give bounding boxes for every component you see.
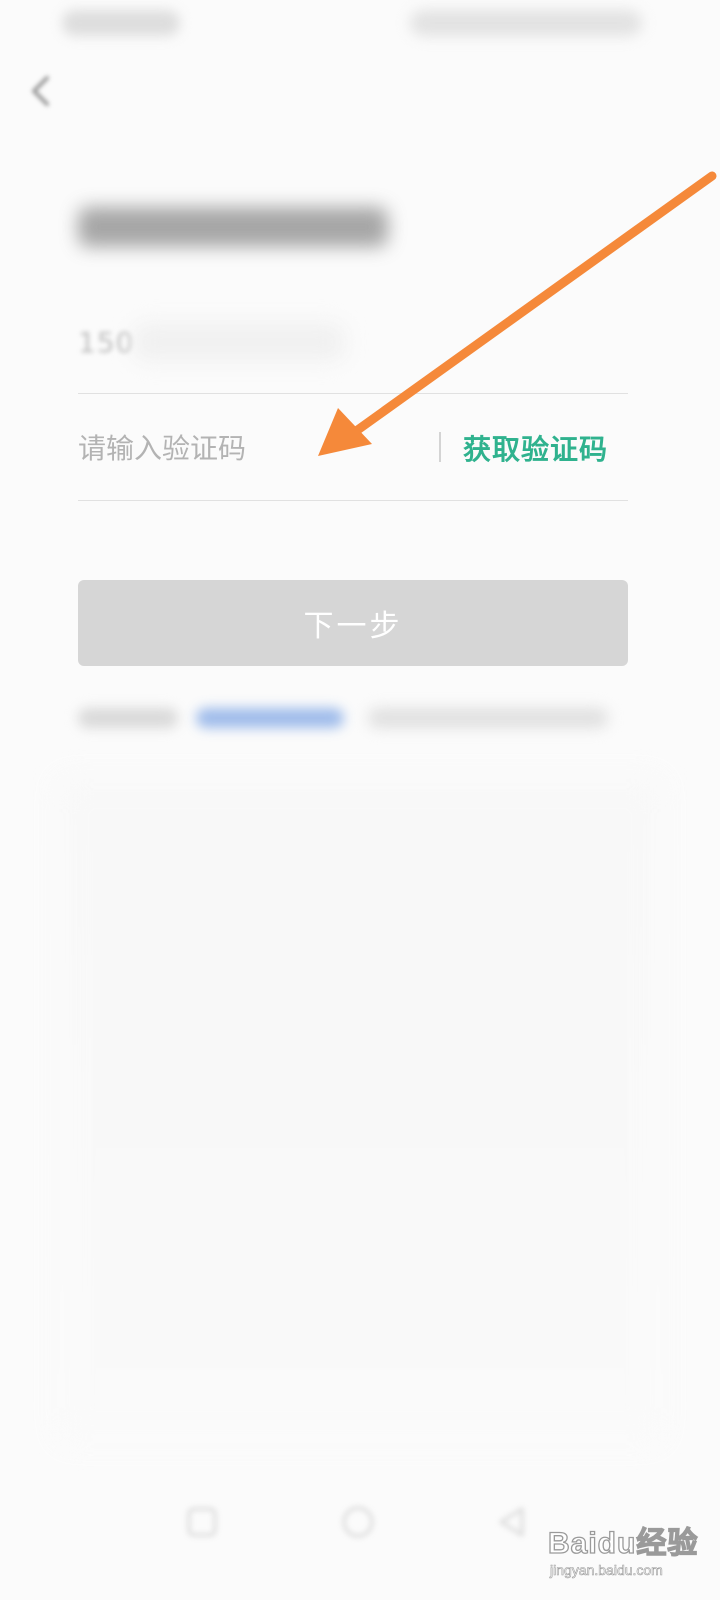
baidu-watermark: Baidu经验 jingyan.baidu.com [547,1512,718,1592]
next-step-button[interactable]: 下一步 [78,580,628,666]
help-link-blurred[interactable] [196,708,344,728]
nav-home-button[interactable] [336,1500,380,1544]
nav-back-button[interactable] [490,1500,534,1544]
help-text-secondary-blurred [368,708,608,728]
status-bar [0,0,720,50]
circle-icon [342,1506,374,1538]
phone-number-mask [134,324,344,360]
watermark-logo-text: Baidu经验 [547,1526,699,1560]
code-divider [78,500,628,501]
status-time-blurred [62,10,180,36]
background-blurred-area [60,780,660,1440]
nav-recent-button[interactable] [180,1500,224,1544]
phone-divider [78,393,628,394]
square-icon [187,1507,217,1537]
help-line [78,700,618,736]
verification-code-row: 获取验证码 [78,400,628,496]
status-icons-blurred [410,10,642,36]
phone-number-prefix: 150 [78,326,135,359]
get-code-button[interactable]: 获取验证码 [463,424,608,472]
phone-number-row: 150 [78,318,628,374]
page-title [78,198,408,256]
page-title-blurred [78,207,388,247]
verification-code-input[interactable] [78,420,418,476]
back-button[interactable] [20,66,60,116]
watermark-url: jingyan.baidu.com [550,1562,663,1579]
chevron-left-icon [32,76,49,106]
help-text-blurred [78,708,178,728]
code-row-separator [439,432,441,462]
triangle-icon [499,1507,524,1537]
